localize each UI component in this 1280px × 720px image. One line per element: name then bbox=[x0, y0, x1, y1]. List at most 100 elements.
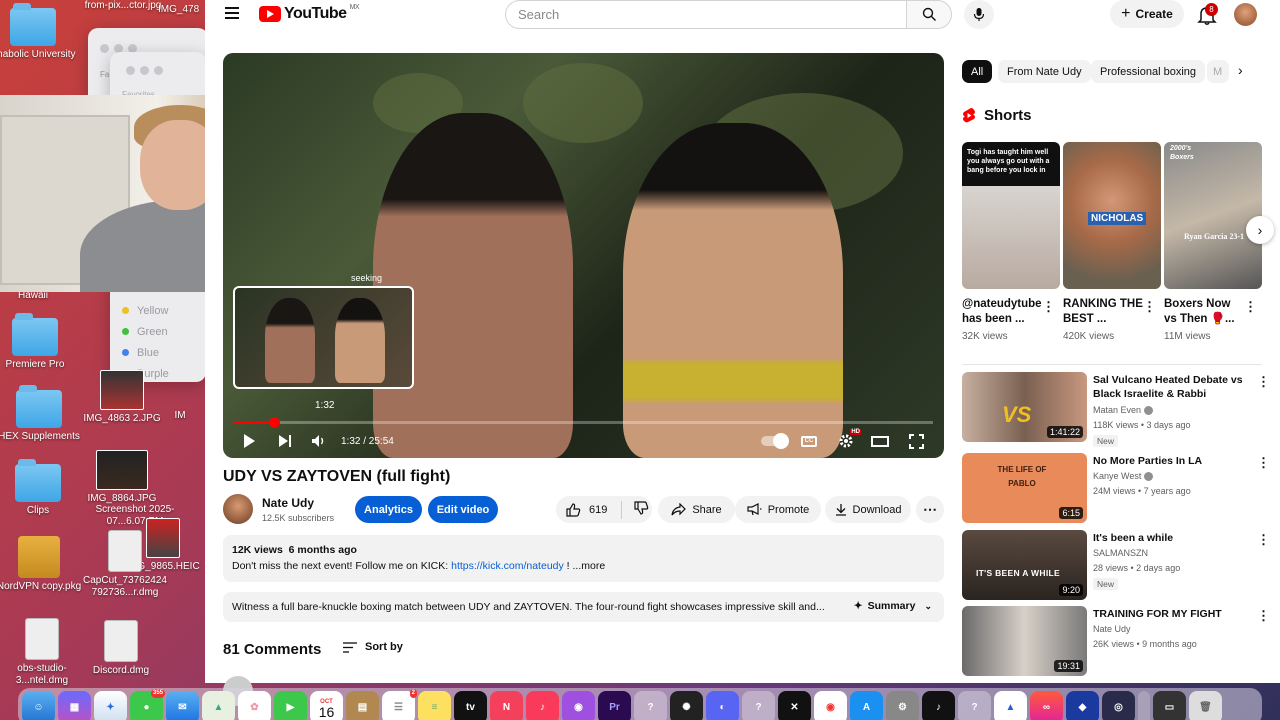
desktop-file-img-8864[interactable]: IMG_8864.JPG bbox=[77, 450, 167, 505]
progress-bar[interactable] bbox=[233, 417, 933, 428]
desktop-folder-premiere[interactable]: Premiere Pro bbox=[0, 313, 80, 371]
short-title[interactable]: RANKING THE BEST ... bbox=[1063, 297, 1143, 327]
news-icon[interactable]: N bbox=[490, 690, 523, 720]
search-input[interactable]: Search bbox=[505, 0, 907, 29]
chip-professional-boxing[interactable]: Professional boxing bbox=[1091, 60, 1206, 83]
ai-summary-box[interactable]: Witness a full bare-knuckle boxing match… bbox=[223, 592, 944, 622]
description-box[interactable]: 12K views 6 months ago Don't miss the ne… bbox=[223, 535, 944, 582]
short-card[interactable]: NICHOLAS RANKING THE BEST ... 420K views… bbox=[1063, 142, 1161, 342]
voice-search-button[interactable] bbox=[964, 0, 994, 29]
recommended-video[interactable]: THE LIFE OF PABLO 6:15 No More Parties I… bbox=[962, 453, 1272, 525]
kebab-menu-icon[interactable]: ⋮ bbox=[1257, 609, 1270, 622]
tag-green[interactable]: Green bbox=[114, 321, 169, 342]
launchpad-icon[interactable]: ▦ bbox=[58, 690, 91, 720]
play-button[interactable] bbox=[239, 431, 259, 451]
more-link[interactable]: ! ...more bbox=[564, 560, 606, 572]
kebab-menu-icon[interactable]: ⋮ bbox=[1257, 533, 1270, 546]
chips-next-chevron-icon[interactable]: › bbox=[1238, 62, 1243, 78]
like-button[interactable]: 619 bbox=[566, 502, 607, 517]
chip-from-nate-udy[interactable]: From Nate Udy bbox=[998, 60, 1091, 83]
app-store-icon[interactable]: A bbox=[850, 690, 883, 720]
settings-button[interactable]: HD bbox=[835, 429, 861, 451]
recommended-video[interactable]: IT'S BEEN A WHILE 9:20 It's been a while… bbox=[962, 530, 1272, 602]
kebab-menu-icon[interactable]: ⋮ bbox=[1244, 300, 1257, 313]
youtube-logo[interactable]: YouTube MX bbox=[259, 4, 360, 23]
autoplay-toggle[interactable] bbox=[759, 431, 789, 451]
fullscreen-button[interactable] bbox=[905, 431, 927, 451]
unknown-app-icon-3[interactable]: ? bbox=[958, 690, 991, 720]
discord-icon[interactable]: ◐ bbox=[706, 690, 739, 720]
premiere-pro-icon[interactable]: Pr bbox=[598, 690, 631, 720]
desktop-folder-hex[interactable]: HEX Supplements bbox=[0, 385, 84, 443]
obs-icon[interactable]: ◎ bbox=[1102, 690, 1135, 720]
creative-cloud-icon[interactable]: ∞ bbox=[1030, 690, 1063, 720]
chip-all[interactable]: All bbox=[962, 60, 993, 83]
create-button[interactable]: + Create bbox=[1110, 0, 1184, 28]
window-close-dot[interactable] bbox=[100, 44, 109, 53]
theater-mode-button[interactable] bbox=[869, 431, 891, 451]
promote-button[interactable]: Promote bbox=[735, 496, 821, 523]
photos-icon[interactable]: ✿ bbox=[238, 690, 271, 720]
recommended-video[interactable]: VS 1:41:22 Sal Vulcano Heated Debate vs … bbox=[962, 372, 1272, 447]
edit-video-button[interactable]: Edit video bbox=[428, 496, 498, 523]
tag-blue[interactable]: Blue bbox=[114, 342, 169, 363]
captions-button[interactable]: CC bbox=[799, 431, 819, 451]
shorts-next-button[interactable]: › bbox=[1246, 216, 1274, 244]
capcut-icon[interactable]: ✕ bbox=[778, 690, 811, 720]
messages-icon[interactable]: ● 355 bbox=[130, 688, 165, 720]
mail-icon[interactable]: ✉ bbox=[166, 690, 199, 720]
short-card[interactable]: Togi has taught him well you always go o… bbox=[962, 142, 1060, 342]
chrome-icon[interactable]: ◉ bbox=[814, 690, 847, 720]
recent-window-icon[interactable]: ▭ bbox=[1153, 690, 1186, 720]
kebab-menu-icon[interactable]: ⋮ bbox=[1257, 456, 1270, 469]
desktop-folder-clips[interactable]: Clips bbox=[0, 459, 83, 517]
shield-icon[interactable]: ◆ bbox=[1066, 690, 1099, 720]
maps-icon[interactable]: ▲ bbox=[202, 690, 235, 720]
dislike-button[interactable] bbox=[634, 501, 649, 518]
contacts-icon[interactable]: ▤ bbox=[346, 690, 379, 720]
hamburger-menu-icon[interactable] bbox=[225, 7, 239, 19]
tag-yellow[interactable]: Yellow bbox=[114, 300, 169, 321]
safari-icon[interactable]: ✦ bbox=[94, 690, 127, 720]
chip-more[interactable]: M bbox=[1207, 60, 1229, 83]
sort-comments-button[interactable]: Sort by bbox=[343, 641, 403, 653]
desktop-file-img-478[interactable]: IMG_478 bbox=[158, 4, 208, 16]
podcasts-icon[interactable]: ◉ bbox=[562, 690, 595, 720]
finder-icon[interactable]: ☺ bbox=[22, 690, 55, 720]
desktop-file-from-pix[interactable]: from-pix...ctor.jpg bbox=[78, 0, 168, 12]
desktop-file-discord[interactable]: Discord.dmg bbox=[76, 620, 166, 677]
share-button[interactable]: Share bbox=[658, 496, 735, 523]
desktop-file-obs[interactable]: obs-studio-3...ntel.dmg bbox=[0, 618, 87, 687]
short-title[interactable]: @nateudytube has been ... bbox=[962, 297, 1042, 327]
kebab-menu-icon[interactable]: ⋮ bbox=[1042, 300, 1055, 313]
search-button[interactable] bbox=[906, 0, 952, 29]
desktop-folder-anabolic[interactable]: Anabolic University bbox=[0, 3, 78, 61]
next-button[interactable] bbox=[275, 431, 295, 451]
more-actions-button[interactable]: ⋯ bbox=[916, 496, 944, 523]
chatgpt-icon[interactable]: ✺ bbox=[670, 690, 703, 720]
desktop-file-capcut[interactable]: CapCut_73762424 792736...r.dmg bbox=[80, 530, 170, 599]
account-avatar[interactable] bbox=[1234, 3, 1257, 26]
video-player[interactable]: seeking 1:32 1:32 / 25:54 CC HD bbox=[223, 53, 944, 458]
short-card[interactable]: 2000's Boxers Ryan Garcia 23-1 Boxers No… bbox=[1164, 142, 1262, 342]
system-settings-icon[interactable]: ⚙ bbox=[886, 690, 919, 720]
recommended-video[interactable]: 19:31 TRAINING FOR MY FIGHT Nate Udy 26K… bbox=[962, 606, 1272, 678]
trash-icon[interactable]: 🗑 bbox=[1189, 690, 1222, 720]
facetime-icon[interactable]: ▶ bbox=[274, 690, 307, 720]
kebab-menu-icon[interactable]: ⋮ bbox=[1143, 300, 1156, 313]
tv-icon[interactable]: tv bbox=[454, 690, 487, 720]
reminders-icon[interactable]: ☰ 2 bbox=[382, 688, 417, 720]
channel-avatar[interactable] bbox=[223, 494, 253, 524]
desktop-file-nordvpn[interactable]: NordVPN copy.pkg bbox=[0, 536, 84, 593]
kebab-menu-icon[interactable]: ⋮ bbox=[1257, 375, 1270, 388]
volume-button[interactable] bbox=[309, 431, 329, 451]
unknown-app-icon-2[interactable]: ? bbox=[742, 690, 775, 720]
notes-icon[interactable]: ≡ bbox=[418, 690, 451, 720]
channel-name[interactable]: Nate Udy bbox=[262, 496, 314, 510]
download-button[interactable]: Download bbox=[825, 496, 911, 523]
nordvpn-icon[interactable]: ▲ bbox=[994, 690, 1027, 720]
analytics-button[interactable]: Analytics bbox=[355, 496, 422, 523]
calendar-icon[interactable]: OCT 16 bbox=[310, 690, 343, 720]
short-title[interactable]: Boxers Now vs Then 🥊... bbox=[1164, 297, 1244, 327]
summary-toggle[interactable]: ✦ Summary ⌄ bbox=[854, 600, 932, 612]
